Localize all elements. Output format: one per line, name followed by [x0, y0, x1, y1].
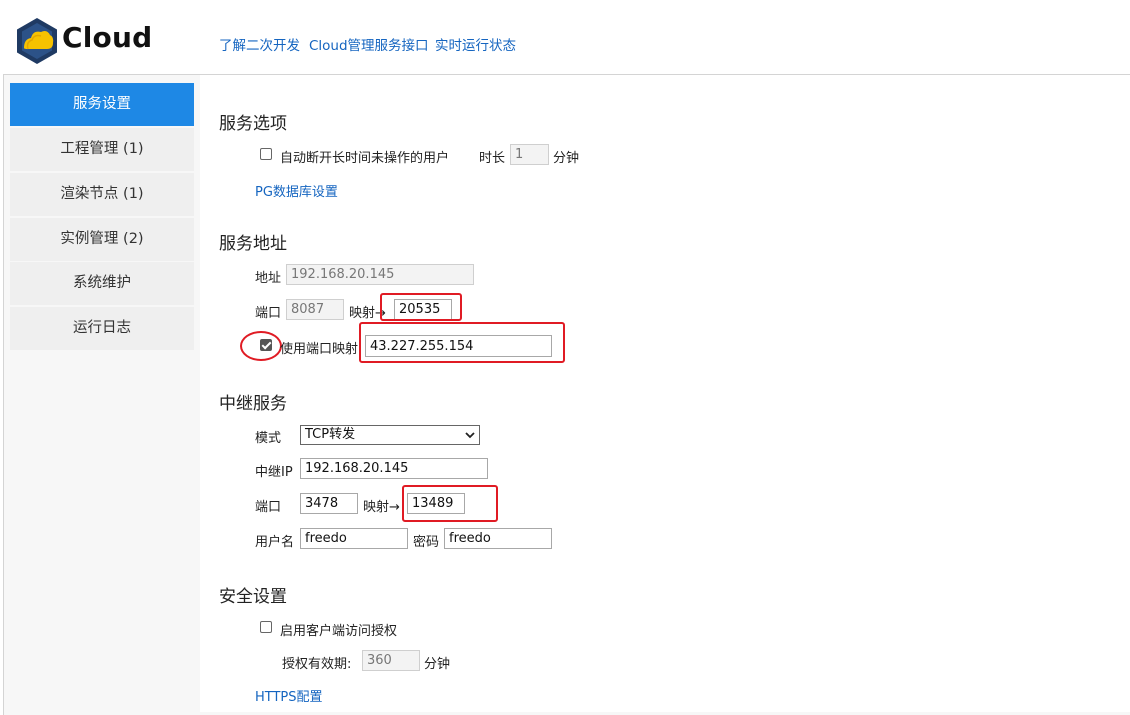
port-input[interactable]	[286, 299, 344, 320]
sidebar-item-render-nodes[interactable]: 渲染节点 (1)	[10, 173, 194, 216]
relay-service-title: 中继服务	[219, 394, 287, 414]
sidebar-item-instance-management[interactable]: 实例管理 (2)	[10, 218, 194, 261]
password-label: 密码	[413, 535, 440, 550]
username-input[interactable]	[300, 528, 408, 549]
https-config-link[interactable]: HTTPS配置	[255, 686, 323, 705]
chevron-down-icon	[465, 432, 475, 439]
auto-disconnect-label: 自动断开长时间未操作的用户	[280, 151, 450, 166]
service-options-title: 服务选项	[219, 114, 287, 134]
auth-validity-input[interactable]	[362, 650, 420, 671]
sidebar-item-service-settings[interactable]: 服务设置	[10, 83, 194, 126]
address-input[interactable]	[286, 264, 474, 285]
duration-input[interactable]	[510, 144, 549, 165]
cloud-api-link[interactable]: Cloud管理服务接口	[309, 34, 429, 54]
auto-disconnect-checkbox[interactable]	[260, 148, 272, 160]
pg-database-settings-link[interactable]: PG数据库设置	[255, 181, 338, 200]
app-logo-text: Cloud	[62, 21, 153, 54]
relay-port-label: 端口	[255, 500, 282, 515]
security-settings-title: 安全设置	[219, 587, 287, 607]
auth-validity-label: 授权有效期:	[282, 657, 352, 672]
username-label: 用户名	[255, 535, 295, 550]
annotation-box-mapped-port	[380, 293, 462, 321]
address-label: 地址	[255, 271, 282, 286]
sidebar-item-system-maintenance[interactable]: 系统维护	[10, 262, 194, 305]
port-label: 端口	[255, 306, 282, 321]
content-panel	[200, 75, 1130, 712]
auth-validity-unit: 分钟	[424, 657, 451, 672]
use-port-mapping-label: 使用端口映射	[280, 342, 359, 357]
annotation-circle-checkbox	[240, 331, 282, 361]
runtime-status-link[interactable]: 实时运行状态	[435, 34, 516, 54]
mode-select[interactable]: TCP转发	[300, 425, 480, 445]
duration-label: 时长	[479, 151, 506, 166]
mode-label: 模式	[255, 431, 282, 446]
cloud-logo-icon	[17, 18, 57, 64]
relay-port-input[interactable]	[300, 493, 358, 514]
sidebar-item-project-management[interactable]: 工程管理 (1)	[10, 128, 194, 171]
client-auth-checkbox[interactable]	[260, 621, 272, 633]
duration-unit: 分钟	[553, 151, 580, 166]
relay-mapping-arrow-label: 映射→	[363, 500, 400, 515]
relay-ip-input[interactable]	[300, 458, 488, 479]
secondary-dev-link[interactable]: 了解二次开发	[219, 34, 300, 54]
mode-select-value: TCP转发	[305, 427, 356, 442]
client-auth-label: 启用客户端访问授权	[280, 624, 398, 639]
password-input[interactable]	[444, 528, 552, 549]
service-address-title: 服务地址	[219, 234, 287, 254]
annotation-box-mapping-address	[359, 322, 565, 363]
relay-ip-label: 中继IP	[255, 465, 293, 480]
annotation-box-relay-mapped-port	[402, 485, 498, 522]
sidebar-item-run-log[interactable]: 运行日志	[10, 307, 194, 350]
